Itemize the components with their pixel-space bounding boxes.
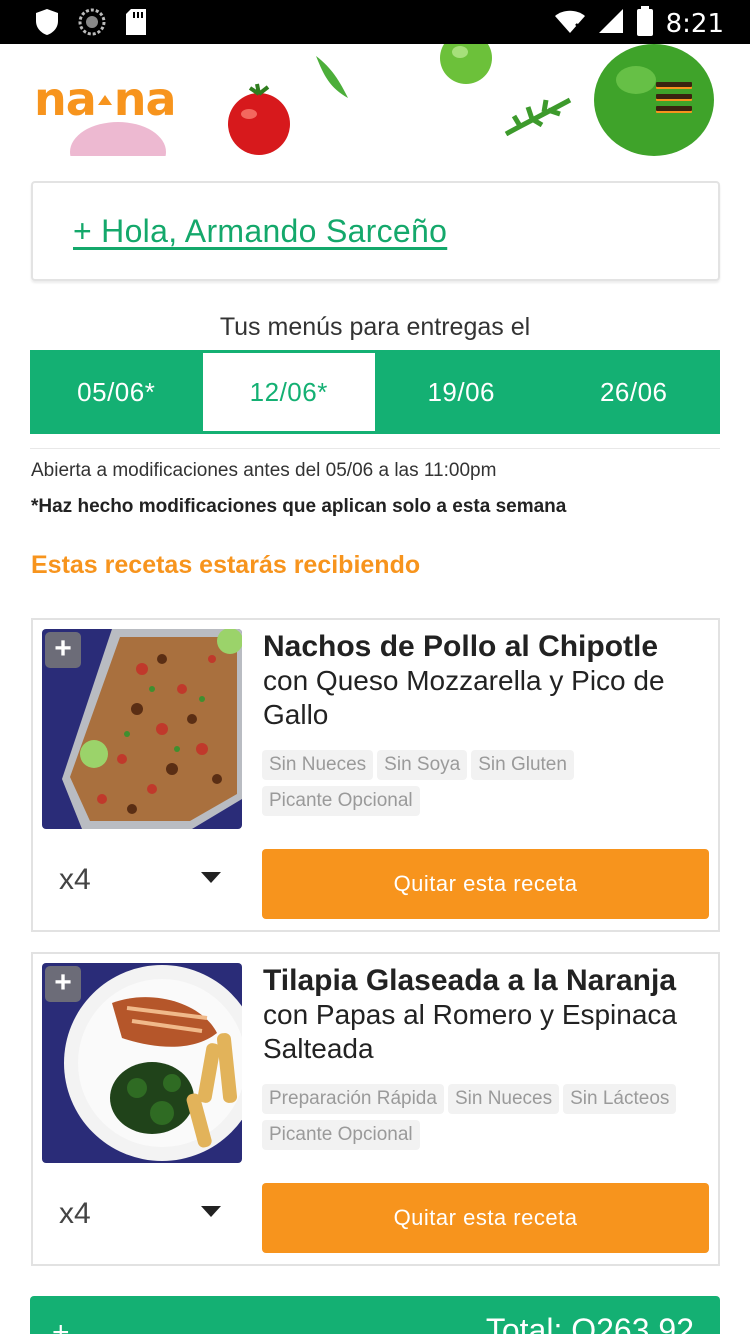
delivery-date-tabs: 05/06* 12/06* 19/06 26/06 bbox=[30, 350, 720, 434]
tag: Preparación Rápida bbox=[262, 1084, 444, 1114]
recipe-title: Tilapia Glaseada a la Naranja con Papas … bbox=[263, 964, 708, 1066]
expand-total-icon[interactable]: + bbox=[52, 1316, 70, 1334]
recipe-card: + Tilapia Glaseada a la Naranja con Papa… bbox=[31, 952, 720, 1266]
total-amount: Total: Q263.92 bbox=[485, 1312, 694, 1334]
modification-notice: *Haz hecho modificaciones que aplican so… bbox=[31, 496, 567, 517]
arugula-decoration bbox=[504, 97, 572, 137]
modification-deadline-text: Abierta a modificaciones antes del 05/06… bbox=[31, 460, 497, 481]
tag: Picante Opcional bbox=[262, 786, 420, 816]
tag: Sin Nueces bbox=[447, 1084, 560, 1114]
greeting-link[interactable]: + Hola, Armando Sarceño bbox=[73, 213, 447, 250]
tab-date-3[interactable]: 19/06 bbox=[375, 350, 548, 434]
recipe-title-sub: con Queso Mozzarella y Pico de Gallo bbox=[263, 665, 665, 730]
nana-logo[interactable]: na na bbox=[34, 72, 177, 126]
tomato-decoration bbox=[228, 83, 290, 155]
logo-text-left: na bbox=[34, 72, 97, 126]
leaf-decoration bbox=[316, 56, 348, 98]
quantity-select[interactable]: x4 bbox=[59, 863, 91, 897]
wifi-icon bbox=[554, 8, 586, 39]
delivery-title: Tus menús para entregas el bbox=[219, 313, 531, 341]
recipe-card: + Nachos de Pollo al Chipotle con Queso … bbox=[31, 618, 720, 932]
sync-icon bbox=[78, 8, 106, 41]
section-title: Estas recetas estarás recibiendo bbox=[31, 551, 421, 579]
recipe-title-sub: con Papas al Romero y Espinaca Salteada bbox=[263, 999, 677, 1064]
logo-text-right: na bbox=[113, 72, 177, 126]
recipe-title-main: Tilapia Glaseada a la Naranja bbox=[263, 964, 676, 997]
shield-icon bbox=[34, 8, 60, 41]
signal-icon bbox=[598, 8, 624, 39]
recipe-image-tilapia[interactable]: + bbox=[42, 963, 242, 1163]
quantity-select[interactable]: x4 bbox=[59, 1197, 91, 1231]
tab-date-1[interactable]: 05/06* bbox=[30, 350, 203, 434]
tab-date-2[interactable]: 12/06* bbox=[202, 353, 375, 431]
total-bar[interactable]: + Total: Q263.92 bbox=[30, 1296, 720, 1334]
logo-triangle bbox=[97, 95, 112, 106]
tag: Sin Gluten bbox=[471, 750, 574, 780]
add-extra-button[interactable]: + bbox=[45, 966, 81, 1002]
tag: Picante Opcional bbox=[262, 1120, 420, 1150]
chevron-down-icon[interactable] bbox=[201, 872, 221, 883]
divider bbox=[30, 448, 720, 449]
remove-recipe-button[interactable]: Quitar esta receta bbox=[262, 1183, 709, 1253]
lime-decoration bbox=[440, 44, 492, 84]
add-extra-button[interactable]: + bbox=[45, 632, 81, 668]
battery-icon bbox=[636, 6, 654, 41]
recipe-image-nachos[interactable]: + bbox=[42, 629, 242, 829]
remove-recipe-button[interactable]: Quitar esta receta bbox=[262, 849, 709, 919]
recipe-tags: Sin Nueces Sin Soya Sin Gluten Picante O… bbox=[262, 750, 712, 816]
greeting-card: + Hola, Armando Sarceño bbox=[31, 181, 720, 281]
status-bar: 8:21 bbox=[0, 0, 750, 44]
clock: 8:21 bbox=[665, 8, 724, 39]
app-header: na na bbox=[0, 44, 750, 156]
recipe-title: Nachos de Pollo al Chipotle con Queso Mo… bbox=[263, 630, 708, 732]
recipe-title-main: Nachos de Pollo al Chipotle bbox=[263, 630, 659, 663]
hamburger-icon[interactable] bbox=[656, 82, 692, 116]
recipe-tags: Preparación Rápida Sin Nueces Sin Lácteo… bbox=[262, 1084, 712, 1150]
tag: Sin Soya bbox=[377, 750, 468, 780]
tab-date-4[interactable]: 26/06 bbox=[548, 350, 721, 434]
tag: Sin Lácteos bbox=[563, 1084, 677, 1114]
sd-card-icon bbox=[124, 8, 148, 41]
tag: Sin Nueces bbox=[262, 750, 374, 780]
chevron-down-icon[interactable] bbox=[201, 1206, 221, 1217]
